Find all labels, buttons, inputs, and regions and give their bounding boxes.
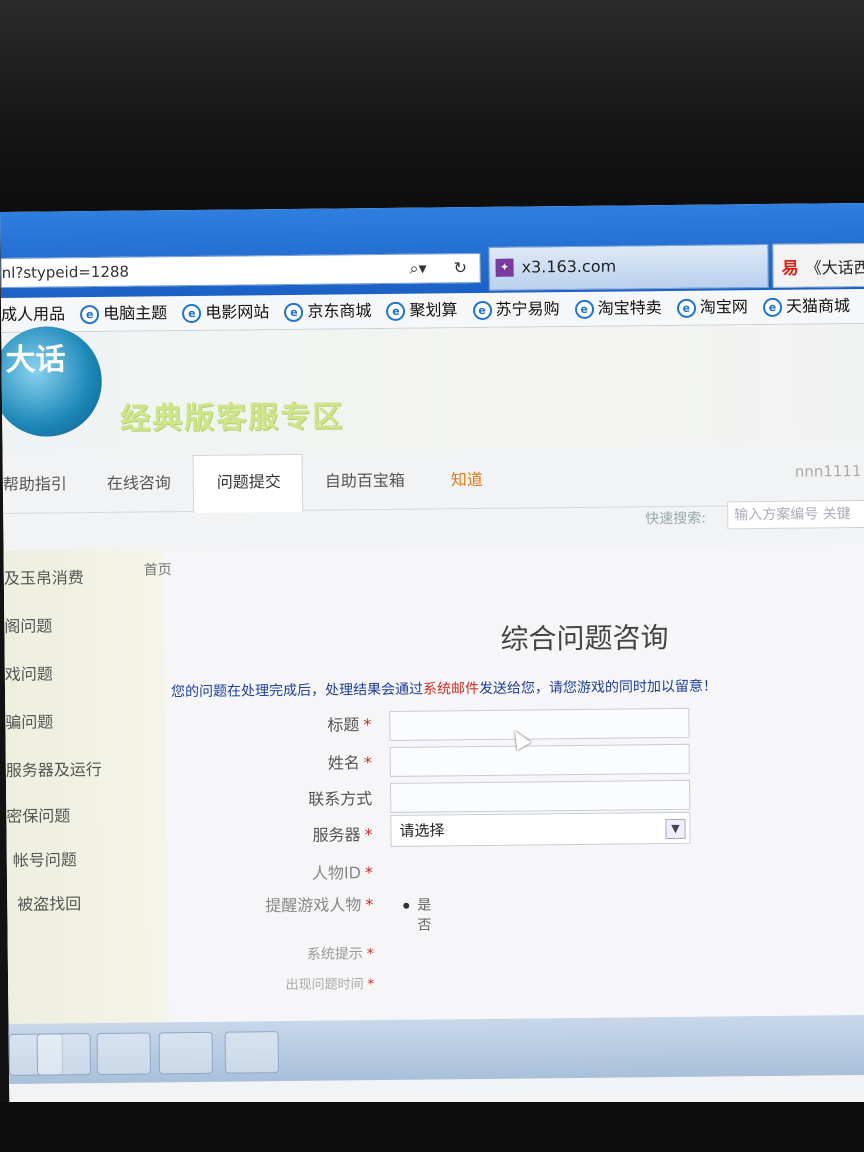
ie-icon: e (284, 302, 304, 323)
remind-no-radio[interactable]: 否 (417, 915, 431, 935)
site-favicon: ✦ (495, 258, 514, 277)
tab-label: x3.163.com (521, 256, 617, 277)
name-input[interactable] (389, 743, 690, 777)
favorite-item[interactable]: e 电影网站 (182, 295, 269, 330)
banner-title: 经典版客服专区 (119, 399, 345, 437)
server-select-value: 请选择 (399, 821, 445, 840)
favorite-item[interactable]: e 电脑主题 (80, 296, 167, 331)
server-label: 服务器 * (312, 825, 373, 845)
browser-screen: nl?stypeid=1288 ⌕▾ ↻ ✦ x3.163.com 易 《大话西… (0, 202, 864, 1112)
monitor-bezel-bottom (0, 1102, 864, 1152)
ie-icon: e (472, 300, 492, 321)
quick-search-input[interactable]: 输入方案编号 关键 (727, 499, 864, 530)
notice-text: 发送给您，请您游戏的同时加以留意！ (478, 678, 718, 698)
search-icon[interactable]: ⌕▾ (409, 255, 427, 283)
ie-icon: e (80, 304, 100, 325)
taskbar-ie-button[interactable] (96, 1032, 152, 1076)
contact-input[interactable] (390, 779, 691, 813)
sidebar: 及玉帛消费 阁问题 戏问题 骗问题 服务器及运行 密保问题 帐号问题 被盗找回 (3, 549, 169, 1041)
time-label: 出现问题时间 * (285, 977, 375, 994)
title-input[interactable] (389, 707, 690, 741)
sidebar-item[interactable]: 被盗找回 (17, 890, 81, 915)
favorite-label: 电脑主题 (103, 303, 168, 323)
nav-self-help[interactable]: 自助百宝箱 (325, 467, 405, 492)
title-label: 标题 * (327, 715, 372, 735)
monitor-bezel-top (0, 0, 864, 215)
browser-chrome: nl?stypeid=1288 ⌕▾ ↻ ✦ x3.163.com 易 《大话西 (0, 202, 864, 302)
remind-yes-radio[interactable]: 是 (403, 895, 431, 915)
favorite-label: 淘宝特卖 (597, 298, 662, 318)
server-select[interactable]: 请选择 ▼ (390, 811, 691, 847)
ie-icon: e (182, 303, 202, 324)
sidebar-item[interactable]: 戏问题 (5, 660, 53, 685)
nav-online-consult[interactable]: 在线咨询 (107, 469, 171, 494)
favorite-item[interactable]: e 淘宝网 (676, 290, 748, 325)
netease-favicon: 易 (781, 258, 799, 279)
taskbar-ie-button[interactable] (158, 1031, 214, 1075)
address-bar[interactable]: nl?stypeid=1288 ⌕▾ ↻ (0, 252, 481, 288)
nav-help-guide[interactable]: 帮助指引 (3, 470, 67, 495)
username: nnn1111 (794, 461, 862, 481)
role-id-label: 人物ID * (311, 863, 374, 883)
game-logo[interactable]: 大话 (0, 325, 103, 438)
tab-label: 《大话西 (805, 257, 864, 278)
favorite-item[interactable]: e 天猫商城 (762, 289, 851, 324)
favorite-item[interactable]: e 京东商城 (284, 294, 371, 329)
notice-highlight: 系统邮件 (422, 681, 480, 698)
sidebar-item[interactable]: 服务器及运行 (6, 756, 102, 781)
sidebar-item[interactable]: 及玉帛消费 (4, 564, 84, 589)
notice-text: 您的问题在处理完成后，处理结果会通过 (170, 681, 424, 701)
favorite-label: 淘宝网 (699, 297, 748, 317)
ie-icon: e (676, 298, 696, 318)
radio-dot-icon (403, 902, 410, 909)
taskbar-ie-button[interactable] (36, 1033, 92, 1076)
taskbar-app-button[interactable] (224, 1031, 280, 1074)
chevron-down-icon[interactable]: ▼ (665, 818, 686, 840)
sidebar-item[interactable]: 阁问题 (4, 612, 52, 637)
favorite-item[interactable]: e 淘宝特卖 (574, 291, 662, 326)
name-label: 姓名 * (327, 753, 372, 773)
page-title: 综合问题咨询 (500, 621, 669, 656)
ie-icon: e (574, 299, 594, 319)
quick-search-label: 快速搜索: (645, 510, 707, 528)
favorite-label: 苏宁易购 (495, 299, 560, 319)
nav-zhidao[interactable]: 知道 (451, 466, 483, 490)
favorite-item[interactable]: e 苏宁易购 (472, 292, 560, 327)
system-tip-label: 系统提示 * (306, 946, 374, 963)
contact-label: 联系方式 (308, 789, 373, 809)
sidebar-item[interactable]: 骗问题 (5, 708, 53, 733)
favorite-label: 成人用品 (0, 304, 66, 324)
sidebar-item[interactable]: 帐号问题 (13, 846, 77, 871)
favorite-label: 聚划算 (409, 300, 458, 320)
favorite-item[interactable]: e 聚划算 (386, 293, 458, 328)
logo-text: 大话 (5, 342, 66, 378)
breadcrumb[interactable]: 首页 (144, 559, 172, 579)
browser-tab[interactable]: 易 《大话西 (772, 242, 864, 288)
remind-label: 提醒游戏人物 * (265, 895, 374, 916)
site-banner: 大话 经典版客服专区 (0, 323, 864, 453)
favorite-label: 电影网站 (205, 302, 270, 322)
favorite-label: 天猫商城 (785, 296, 851, 316)
nav-submit-question[interactable]: 问题提交 (217, 468, 281, 493)
browser-tab-active[interactable]: ✦ x3.163.com (488, 243, 769, 291)
ie-icon: e (762, 297, 783, 318)
address-url[interactable]: nl?stypeid=1288 (1, 258, 130, 287)
sidebar-item[interactable]: 密保问题 (6, 802, 70, 827)
refresh-icon[interactable]: ↻ (453, 254, 468, 282)
ie-icon: e (386, 301, 406, 321)
windows-taskbar (8, 1014, 864, 1084)
web-page: 大话 经典版客服专区 帮助指引 在线咨询 问题提交 自助百宝箱 知道 nnn11… (0, 323, 864, 1112)
favorite-label: 京东商城 (307, 301, 372, 321)
